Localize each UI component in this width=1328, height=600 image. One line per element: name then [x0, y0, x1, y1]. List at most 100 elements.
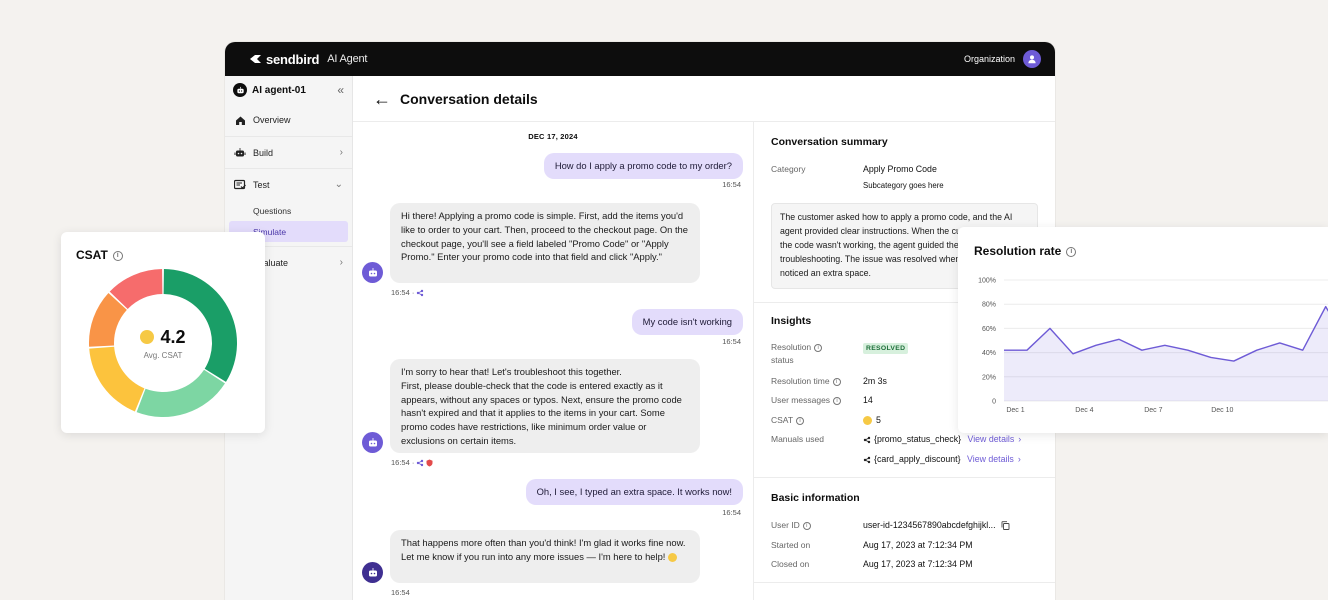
bot-message: That happens more often than you'd think… — [390, 530, 700, 583]
view-details-link[interactable]: View details — [968, 434, 1015, 444]
product-name: AI Agent — [327, 53, 368, 65]
x-tick-label: Dec 7 — [1144, 407, 1162, 414]
view-details-link[interactable]: View details — [967, 454, 1014, 464]
closed-label: Closed on — [771, 559, 810, 569]
label-text: CSAT — [771, 415, 794, 425]
info-icon[interactable]: i — [112, 250, 123, 261]
brand-logo[interactable]: sendbird AI Agent — [249, 52, 367, 67]
y-tick-label: 100% — [978, 278, 996, 285]
chevron-down-icon: ⌄ — [334, 179, 343, 190]
user-id-value: user-id-1234567890abcdefghijkl... — [863, 520, 1010, 531]
y-tick-label: 40% — [982, 350, 996, 357]
info-icon[interactable]: i — [833, 396, 842, 405]
y-tick-label: 0 — [992, 399, 996, 406]
closed-value: Aug 17, 2023 at 7:12:34 PM — [863, 559, 973, 569]
message-time: 16:54 · — [391, 458, 415, 467]
summary-title: Conversation summary — [771, 136, 888, 148]
divider — [754, 582, 1055, 583]
chat-panel: DEC 17, 2024 How do I apply a promo code… — [353, 122, 754, 600]
manuals-label: Manuals used — [771, 434, 824, 444]
bot-message: Hi there! Applying a promo code is simpl… — [390, 203, 700, 283]
message-time: 16:54 — [391, 588, 410, 597]
csat-score-value: 4.2 — [160, 326, 186, 347]
resolution-status-label: Resolution i — [771, 342, 823, 352]
agent-name: AI agent-01 — [252, 84, 306, 96]
organization-label: Organization — [963, 54, 1015, 64]
started-label: Started on — [771, 540, 811, 550]
csat-title-text: CSAT — [76, 248, 108, 262]
info-icon[interactable]: i — [814, 343, 823, 352]
user-id-text: user-id-1234567890abcdefghijkl... — [863, 520, 996, 530]
bot-avatar — [362, 562, 383, 583]
bot-message-text: That happens more often than you'd think… — [401, 537, 686, 562]
user-icon — [1028, 55, 1036, 64]
shield-icon[interactable] — [426, 459, 433, 467]
csat-score: 4.2 — [140, 326, 186, 348]
user-messages-label: User messages i — [771, 395, 842, 405]
chat-date: DEC 17, 2024 — [528, 132, 578, 141]
csat-number: 5 — [876, 415, 881, 425]
user-avatar[interactable] — [1023, 50, 1041, 68]
x-tick-label: Dec 4 — [1075, 407, 1093, 414]
y-tick-label: 20% — [982, 374, 996, 381]
manual-row[interactable]: {promo_status_check} View details › — [863, 434, 1021, 444]
robot-icon — [368, 438, 377, 447]
resolution-time-value: 2m 3s — [863, 376, 887, 386]
sidebar-item-overview[interactable]: Overview — [225, 104, 352, 136]
started-value: Aug 17, 2023 at 7:12:34 PM — [863, 540, 973, 550]
info-icon[interactable]: i — [796, 416, 805, 425]
manual-link-icon — [863, 456, 871, 463]
chevron-right-icon: › — [339, 257, 343, 268]
app-window: sendbird AI Agent Organization AI agent-… — [225, 42, 1055, 600]
robot-icon — [368, 268, 377, 277]
robot-icon — [368, 568, 377, 577]
y-tick-label: 80% — [982, 302, 996, 309]
manual-name: {card_apply_discount} — [874, 454, 961, 464]
label-text: User messages — [771, 395, 831, 405]
smile-emoji-icon — [668, 552, 678, 562]
organization-menu[interactable]: Organization — [964, 50, 1041, 68]
robot-icon — [234, 147, 246, 159]
sidebar-item-label: Build — [253, 147, 274, 158]
bot-avatar — [362, 432, 383, 453]
csat-sub-label: Avg. CSAT — [143, 350, 183, 360]
manual-row[interactable]: {card_apply_discount} View details › — [863, 454, 1021, 464]
bot-avatar — [362, 262, 383, 283]
sidebar-item-build[interactable]: Build › — [225, 136, 352, 168]
sidebar-item-test[interactable]: Test ⌄ — [225, 168, 352, 200]
x-tick-label: Dec 1 — [1006, 407, 1024, 414]
category-value: Apply Promo Code — [863, 164, 937, 174]
agent-selector[interactable]: AI agent-01 « — [225, 76, 352, 104]
bot-message: I'm sorry to hear that! Let's troublesho… — [390, 359, 700, 453]
smile-emoji-icon — [140, 330, 155, 344]
subcategory-value: Subcategory goes here — [863, 181, 944, 190]
info-icon[interactable]: i — [802, 521, 811, 530]
info-icon[interactable]: i — [832, 377, 841, 386]
label-line: Resolution — [771, 342, 812, 352]
label-text: User ID — [771, 520, 800, 530]
message-time: 16:54 — [722, 180, 741, 189]
category-label: Category — [771, 164, 806, 174]
back-arrow-icon[interactable]: ← — [373, 90, 391, 108]
resolution-rate-chart: 100% 80% 60% 40% 20% 0 Dec 1 Dec 4 Dec 7 Dec 10 — [978, 278, 1328, 414]
csat-label: CSAT i — [771, 415, 805, 425]
message-time: 16:54 — [722, 337, 741, 346]
manual-link-icon[interactable] — [416, 459, 424, 467]
resolution-status-label-2: status — [771, 355, 794, 365]
message-meta: 16:54 · — [391, 288, 424, 297]
message-time: 16:54 — [722, 508, 741, 517]
sidebar-subitem-questions[interactable]: Questions — [225, 200, 352, 221]
csat-card-title: CSAT i — [76, 248, 123, 262]
csat-card: CSAT i 4.2 Avg. CSAT — [61, 232, 265, 433]
brand-name: sendbird — [266, 51, 320, 67]
sidebar-item-label: Test — [253, 179, 270, 190]
chevron-right-icon: › — [339, 147, 343, 158]
chevron-right-icon: › — [1017, 454, 1021, 464]
smile-emoji-icon — [863, 416, 872, 426]
robot-icon — [233, 83, 247, 97]
csat-value: 5 — [863, 415, 881, 426]
message-meta: 16:54 · — [391, 458, 433, 467]
copy-icon[interactable] — [1001, 521, 1010, 531]
collapse-sidebar-icon[interactable]: « — [337, 83, 344, 97]
manual-link-icon[interactable] — [416, 289, 424, 297]
